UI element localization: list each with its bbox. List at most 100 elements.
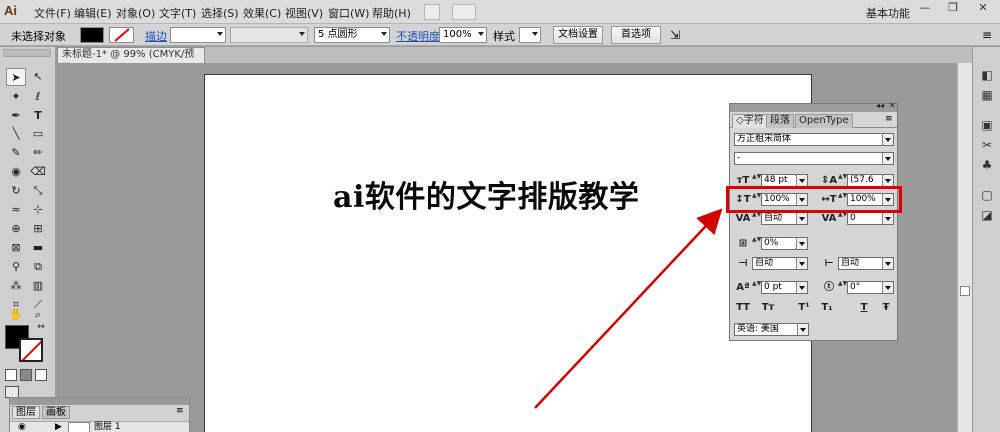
- collapse-panel-icon[interactable]: ◂◂: [876, 101, 884, 110]
- language-field[interactable]: 英语: 美国: [734, 323, 809, 336]
- color-panel-icon[interactable]: ◧: [979, 68, 995, 82]
- type-tool-icon[interactable]: T: [28, 107, 48, 125]
- menu-select[interactable]: 选择(S): [201, 5, 239, 21]
- shape-builder-tool-icon[interactable]: ⊕: [6, 220, 26, 238]
- stroke-color-picker[interactable]: [109, 27, 134, 43]
- blend-tool-icon[interactable]: ⧉: [28, 258, 48, 276]
- character-panel-grip[interactable]: ◂◂ ✕: [730, 101, 897, 112]
- vertical-scrollbar[interactable]: [957, 63, 972, 432]
- panel-menu-icon[interactable]: ≡: [982, 28, 992, 42]
- isolate-icon[interactable]: ⇲: [670, 28, 680, 42]
- appearance-panel-icon[interactable]: ◪: [979, 208, 995, 222]
- scrollbar-thumb[interactable]: [960, 286, 970, 296]
- arrange-documents-button[interactable]: [452, 4, 476, 20]
- free-transform-tool-icon[interactable]: ⊹: [28, 201, 48, 219]
- document-setup-button[interactable]: 文档设置: [553, 26, 603, 44]
- graphic-style-picker[interactable]: [519, 27, 541, 43]
- kerning-field[interactable]: 自动: [761, 212, 808, 225]
- stroke-label[interactable]: 描边: [145, 28, 167, 44]
- font-style-field[interactable]: -: [734, 152, 894, 165]
- menu-edit[interactable]: 编辑(E): [74, 5, 112, 21]
- selection-tool-icon[interactable]: ➤: [6, 68, 26, 86]
- eyedropper-tool-icon[interactable]: ⚲: [6, 258, 26, 276]
- tools-panel-grip[interactable]: [3, 49, 51, 57]
- variable-width-profile[interactable]: [230, 27, 308, 43]
- opacity-label[interactable]: 不透明度: [396, 28, 440, 44]
- all-caps-button[interactable]: TT: [734, 301, 752, 315]
- tracking-field[interactable]: 0: [847, 212, 894, 225]
- tab-character[interactable]: ◇字符: [732, 114, 768, 128]
- layers-panel-grip[interactable]: [10, 398, 189, 405]
- font-family-field[interactable]: 方正粗宋简体: [734, 133, 894, 146]
- paintbrush-tool-icon[interactable]: ✎: [6, 144, 26, 162]
- panel-menu-icon[interactable]: ≡: [176, 406, 184, 416]
- brushes-panel-icon[interactable]: ✂: [979, 138, 995, 152]
- stroke-swatch[interactable]: [19, 338, 43, 362]
- scale-tool-icon[interactable]: ⤡: [28, 182, 48, 200]
- strikethrough-button[interactable]: Ŧ: [877, 301, 895, 315]
- none-mode-icon[interactable]: [35, 369, 47, 381]
- gradient-mode-icon[interactable]: [20, 369, 32, 381]
- magic-wand-tool-icon[interactable]: ✦: [6, 88, 26, 106]
- tsume-field[interactable]: 0%: [761, 237, 808, 250]
- tab-paragraph[interactable]: 段落: [766, 114, 794, 128]
- stroke-weight-field[interactable]: [170, 27, 226, 43]
- graphic-styles-icon[interactable]: ▢: [979, 188, 995, 202]
- brush-definition[interactable]: 5 点圆形: [314, 27, 390, 43]
- tab-opentype[interactable]: OpenType: [795, 114, 853, 128]
- expand-triangle-icon[interactable]: ▶: [55, 422, 62, 432]
- line-tool-icon[interactable]: ╲: [6, 125, 26, 143]
- color-guide-icon[interactable]: ▦: [979, 88, 995, 102]
- column-graph-tool-icon[interactable]: ▥: [28, 277, 48, 295]
- subscript-button[interactable]: T₁: [818, 301, 836, 315]
- eraser-tool-icon[interactable]: ⌫: [28, 163, 48, 181]
- hand-tool-icon[interactable]: ✋: [6, 306, 26, 324]
- close-panel-icon[interactable]: ✕: [889, 101, 896, 110]
- bridge-button[interactable]: [424, 4, 440, 20]
- aki-left-field[interactable]: 自动: [752, 257, 808, 270]
- color-mode-icon[interactable]: [5, 369, 17, 381]
- gradient-tool-icon[interactable]: ▬: [28, 239, 48, 257]
- menu-effect[interactable]: 效果(C): [243, 5, 281, 21]
- aki-right-field[interactable]: 自动: [838, 257, 894, 270]
- fill-color-picker[interactable]: [80, 27, 104, 43]
- minimize-icon[interactable]: —: [914, 0, 936, 16]
- artboard[interactable]: [204, 74, 812, 432]
- pencil-tool-icon[interactable]: ✏: [28, 144, 48, 162]
- kerning-stepper[interactable]: ▲▼: [752, 212, 761, 225]
- menu-file[interactable]: 文件(F): [34, 5, 71, 21]
- document-tab[interactable]: 未标题-1* @ 99% (CMYK/预览): [57, 47, 205, 74]
- tracking-stepper[interactable]: ▲▼: [838, 212, 847, 225]
- menu-help[interactable]: 帮助(H): [372, 5, 411, 21]
- rotation-field[interactable]: 0°: [847, 281, 894, 294]
- baseline-shift-stepper[interactable]: ▲▼: [752, 281, 761, 294]
- menu-window[interactable]: 窗口(W): [328, 5, 369, 21]
- preferences-button[interactable]: 首选项: [611, 26, 661, 44]
- perspective-grid-tool-icon[interactable]: ⊞: [28, 220, 48, 238]
- swap-fill-stroke-icon[interactable]: ↔: [34, 321, 48, 333]
- restore-icon[interactable]: ❐: [942, 0, 964, 16]
- warp-tool-icon[interactable]: ≈: [6, 201, 26, 219]
- rotate-tool-icon[interactable]: ↻: [6, 182, 26, 200]
- layer-name[interactable]: 图层 1: [94, 422, 121, 432]
- superscript-button[interactable]: T¹: [795, 301, 813, 315]
- menu-object[interactable]: 对象(O): [116, 5, 155, 21]
- symbol-sprayer-tool-icon[interactable]: ⁂: [6, 277, 26, 295]
- panel-menu-icon[interactable]: ≡: [885, 114, 893, 124]
- small-caps-button[interactable]: Tт: [759, 301, 777, 315]
- underline-button[interactable]: T: [855, 301, 873, 315]
- rectangle-tool-icon[interactable]: ▭: [28, 125, 48, 143]
- layer-row[interactable]: ◉ ▶ 图层 1: [10, 421, 189, 432]
- tab-layers[interactable]: 图层: [12, 406, 40, 419]
- blob-brush-tool-icon[interactable]: ◉: [6, 163, 26, 181]
- direct-selection-tool-icon[interactable]: ↖: [28, 68, 48, 86]
- close-icon[interactable]: ✕: [972, 0, 994, 16]
- tsume-stepper[interactable]: ▲▼: [752, 237, 761, 250]
- opacity-field[interactable]: 100%: [439, 27, 487, 43]
- artboard-heading-text[interactable]: ai软件的文字排版教学: [333, 172, 639, 216]
- visibility-eye-icon[interactable]: ◉: [18, 422, 26, 432]
- workspace-switcher[interactable]: 基本功能: [866, 5, 910, 21]
- menu-type[interactable]: 文字(T): [159, 5, 196, 21]
- symbols-panel-icon[interactable]: ♣: [979, 158, 995, 172]
- tab-artboards[interactable]: 画板: [42, 406, 70, 419]
